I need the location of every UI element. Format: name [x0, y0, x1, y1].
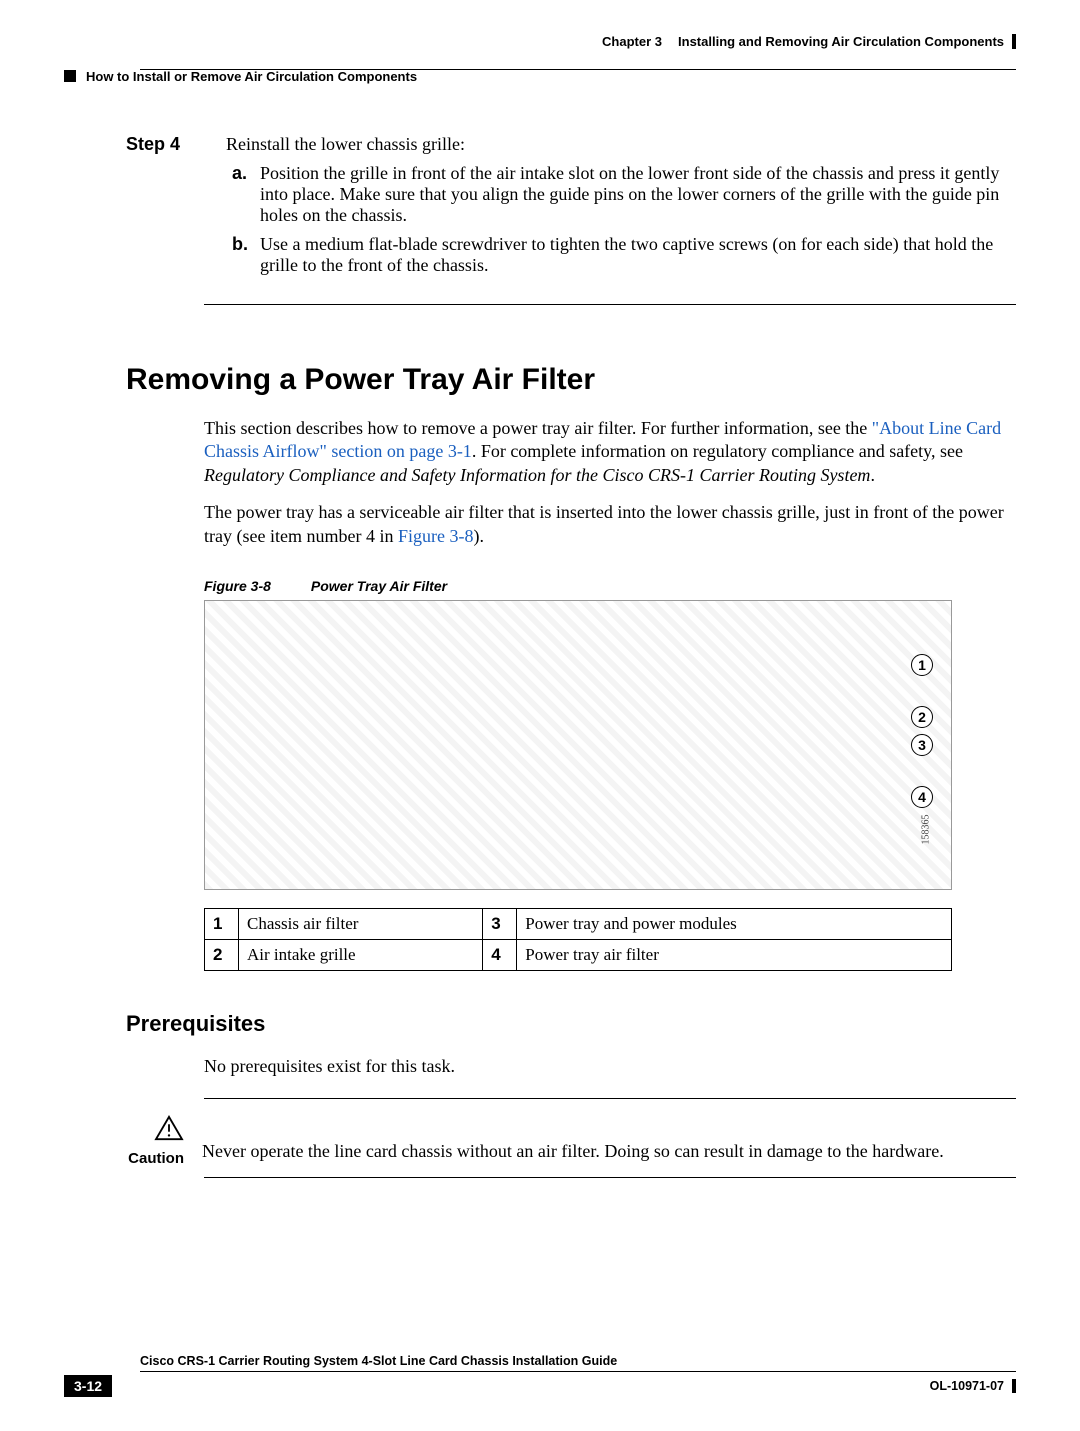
- substep-text: Position the grille in front of the air …: [260, 163, 1016, 226]
- legend-num: 1: [205, 908, 239, 939]
- main-content: Step 4 Reinstall the lower chassis grill…: [64, 70, 1016, 1178]
- step-4: Step 4 Reinstall the lower chassis grill…: [64, 134, 1016, 155]
- legend-text: Chassis air filter: [239, 908, 483, 939]
- document-number: OL-10971-07: [930, 1379, 1016, 1393]
- legend-num: 4: [483, 939, 517, 970]
- page-number: 3-12: [64, 1375, 112, 1397]
- prereq-text: No prerequisites exist for this task.: [204, 1055, 1016, 1078]
- table-row: 1 Chassis air filter 3 Power tray and po…: [205, 908, 952, 939]
- figure-xref-link[interactable]: Figure 3-8: [398, 526, 474, 546]
- header-square-icon: [64, 70, 76, 82]
- caution-label: Caution: [128, 1150, 184, 1167]
- figure-file-number: 158365: [921, 815, 932, 845]
- guide-title: Cisco CRS-1 Carrier Routing System 4-Slo…: [140, 1354, 1016, 1372]
- callout-1: 1: [911, 654, 933, 676]
- substep-text: Use a medium flat-blade screwdriver to t…: [260, 234, 1016, 276]
- figure-legend-table: 1 Chassis air filter 3 Power tray and po…: [204, 908, 952, 971]
- prerequisites-heading: Prerequisites: [126, 1011, 1016, 1037]
- section-breadcrumb: How to Install or Remove Air Circulation…: [86, 69, 417, 84]
- legend-text: Air intake grille: [239, 939, 483, 970]
- legend-num: 2: [205, 939, 239, 970]
- section-para-2: The power tray has a serviceable air fil…: [204, 501, 1016, 548]
- page-footer: Cisco CRS-1 Carrier Routing System 4-Slo…: [64, 1354, 1016, 1397]
- step-label: Step 4: [126, 134, 206, 155]
- callout-3: 3: [911, 734, 933, 756]
- chapter-label: Chapter 3: [602, 34, 662, 49]
- legend-text: Power tray and power modules: [517, 908, 952, 939]
- caution-block: Caution Never operate the line card chas…: [126, 1115, 1016, 1167]
- figure-title: Power Tray Air Filter: [311, 578, 447, 594]
- table-row: 2 Air intake grille 4 Power tray air fil…: [205, 939, 952, 970]
- callout-2: 2: [911, 706, 933, 728]
- substep-label: b.: [232, 234, 250, 276]
- section-heading: Removing a Power Tray Air Filter: [126, 363, 1016, 397]
- caution-text: Never operate the line card chassis with…: [202, 1141, 1016, 1162]
- book-title: Regulatory Compliance and Safety Informa…: [204, 465, 870, 485]
- figure-caption: Figure 3-8 Power Tray Air Filter: [204, 578, 1016, 594]
- legend-num: 3: [483, 908, 517, 939]
- legend-text: Power tray air filter: [517, 939, 952, 970]
- caution-icon: [154, 1115, 184, 1146]
- step-4a: a. Position the grille in front of the a…: [232, 163, 1016, 226]
- page-header: Chapter 3 Installing and Removing Air Ci…: [64, 34, 1016, 49]
- substep-label: a.: [232, 163, 250, 226]
- figure-image: 1 2 3 4 158365: [204, 600, 952, 890]
- step-4b: b. Use a medium flat-blade screwdriver t…: [232, 234, 1016, 276]
- callout-4: 4: [911, 786, 933, 808]
- figure-label: Figure 3-8: [204, 578, 271, 594]
- section-para-1: This section describes how to remove a p…: [204, 417, 1016, 487]
- step-text: Reinstall the lower chassis grille:: [226, 134, 1016, 155]
- chapter-title: Installing and Removing Air Circulation …: [678, 34, 1004, 49]
